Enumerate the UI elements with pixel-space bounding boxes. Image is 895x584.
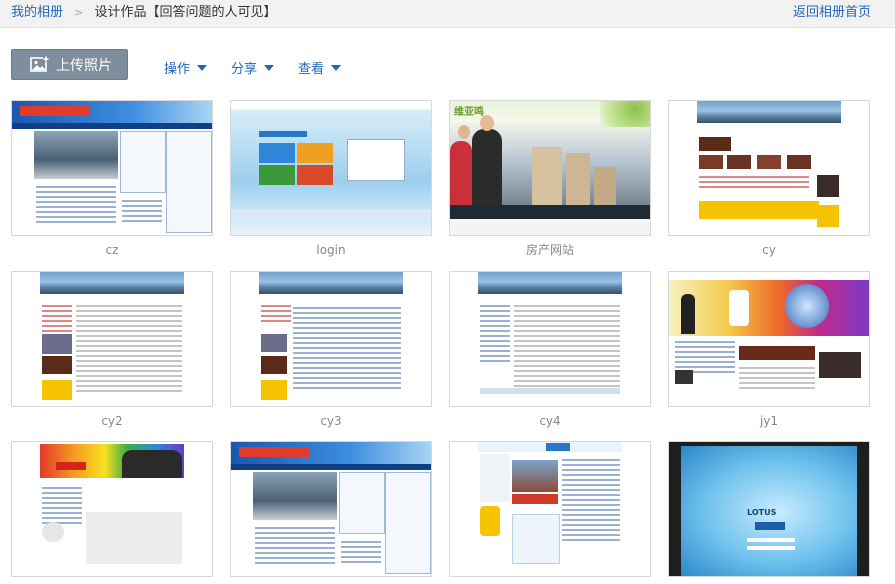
photo-card[interactable] — [11, 441, 213, 584]
share-menu[interactable]: 分享 — [231, 58, 275, 77]
photo-card[interactable]: cz — [11, 100, 213, 257]
image-upload-icon — [30, 56, 49, 73]
photo-card[interactable]: 维亚鸣 房产网站 — [449, 100, 651, 257]
view-menu-label: 查看 — [298, 62, 325, 77]
photo-card[interactable]: cy — [668, 100, 870, 257]
photo-caption: 房产网站 — [525, 243, 574, 257]
photo-caption: cz — [105, 243, 119, 257]
photo-card[interactable]: cy4 — [449, 271, 651, 428]
photo-caption: cy — [762, 243, 776, 257]
breadcrumb-my-album-link[interactable]: 我的相册 — [11, 5, 63, 20]
photo-caption: jy1 — [759, 414, 779, 428]
photo-card[interactable]: login — [230, 100, 432, 257]
photo-thumbnail[interactable] — [11, 441, 213, 577]
operations-menu-label: 操作 — [164, 62, 191, 77]
toolbar: 上传照片 操作 分享 查看 — [0, 46, 895, 82]
photo-caption: cy4 — [539, 414, 561, 428]
chevron-down-icon — [197, 64, 208, 71]
chevron-down-icon — [331, 64, 342, 71]
photo-thumbnail[interactable]: 维亚鸣 — [449, 100, 651, 236]
photo-thumbnail[interactable] — [230, 441, 432, 577]
photo-thumbnail[interactable] — [230, 100, 432, 236]
operations-menu[interactable]: 操作 — [164, 58, 208, 77]
photo-card[interactable] — [230, 441, 432, 584]
photo-thumbnail[interactable] — [449, 271, 651, 407]
photo-card[interactable]: LOTUS — [668, 441, 870, 584]
photo-caption: login — [316, 243, 346, 257]
lotus-brand-text: LOTUS — [747, 508, 777, 517]
photo-thumbnail[interactable]: LOTUS — [668, 441, 870, 577]
photo-thumbnail[interactable] — [449, 441, 651, 577]
breadcrumb: 我的相册 > 设计作品【回答问题的人可见】 — [11, 5, 277, 21]
view-menu[interactable]: 查看 — [298, 58, 342, 77]
upload-photo-label: 上传照片 — [56, 57, 112, 74]
chevron-down-icon — [264, 64, 275, 71]
photo-thumbnail[interactable] — [11, 271, 213, 407]
breadcrumb-separator: > — [74, 6, 84, 19]
back-to-album-home-link[interactable]: 返回相册首页 — [793, 5, 871, 21]
photo-card[interactable]: cy2 — [11, 271, 213, 428]
upload-photo-button[interactable]: 上传照片 — [11, 49, 128, 80]
photo-caption: cy3 — [320, 414, 342, 428]
brand-text: 维亚鸣 — [454, 107, 484, 118]
photo-card[interactable] — [449, 441, 651, 584]
share-menu-label: 分享 — [231, 62, 258, 77]
photo-thumbnail[interactable] — [11, 100, 213, 236]
photo-card[interactable]: jy1 — [668, 271, 870, 428]
top-bar: 我的相册 > 设计作品【回答问题的人可见】 返回相册首页 — [0, 0, 895, 28]
photo-caption: cy2 — [101, 414, 123, 428]
photo-thumbnail[interactable] — [668, 100, 870, 236]
photo-thumbnail[interactable] — [230, 271, 432, 407]
photo-thumbnail[interactable] — [668, 271, 870, 407]
photo-card[interactable]: cy3 — [230, 271, 432, 428]
album-title: 设计作品【回答问题的人可见】 — [94, 5, 277, 20]
